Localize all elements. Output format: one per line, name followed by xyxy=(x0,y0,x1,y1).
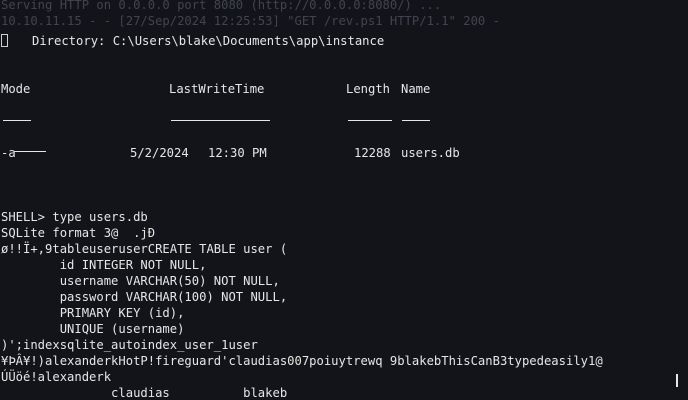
output-line: SQLite format 3@ .jÐ xyxy=(1,226,156,240)
row-mode: -a xyxy=(1,146,16,160)
output-line: ø!!Ï+,9tableuseruserCREATE TABLE user ( xyxy=(1,242,288,256)
faded-server-line: Serving HTTP on 0.0.0.0 port 8080 (http:… xyxy=(1,0,442,12)
column-header-name: Name xyxy=(401,82,431,96)
column-underline-mode xyxy=(3,120,31,121)
command-text: type users.db xyxy=(52,210,148,224)
column-underline-name xyxy=(402,120,430,121)
output-line: UNIQUE (username) xyxy=(1,322,185,336)
column-header-mode: Mode xyxy=(1,82,31,96)
text-cursor-icon xyxy=(676,374,678,387)
output-line: claudias blakeb xyxy=(1,386,288,400)
directory-line: Directory: C:\Users\blake\Documents\app\… xyxy=(1,33,384,49)
shell-prompt: SHELL> xyxy=(1,210,46,224)
row-time: 12:30 PM xyxy=(208,146,267,160)
faded-request-log-line: 10.10.11.15 - - [27/Sep/2024 12:25:53] "… xyxy=(1,14,500,28)
output-line: ÚÜöé!alexanderk xyxy=(1,370,112,384)
directory-path: Directory: C:\Users\blake\Documents\app\… xyxy=(32,34,385,48)
output-line: ¥ÞÂ¥!)alexanderkHotP!fireguard'claudias0… xyxy=(1,354,603,368)
cursor-block-icon xyxy=(1,34,8,47)
row-name: users.db xyxy=(401,146,460,160)
column-underline-lastwritetime xyxy=(171,120,270,121)
output-line: username VARCHAR(50) NOT NULL, xyxy=(1,274,280,288)
output-line: )';indexsqlite_autoindex_user_1user xyxy=(1,338,258,352)
row-date: 5/2/2024 xyxy=(130,146,189,160)
output-line: PRIMARY KEY (id), xyxy=(1,306,185,320)
column-underline-length xyxy=(348,120,392,121)
column-header-length: Length xyxy=(346,82,391,96)
column-header-lastwritetime: LastWriteTime xyxy=(169,82,265,96)
row-length: 12288 xyxy=(354,146,391,160)
row-mode-dashes xyxy=(14,151,46,152)
command-line: SHELL> type users.db xyxy=(1,209,148,225)
output-line: id INTEGER NOT NULL, xyxy=(1,258,207,272)
output-line: password VARCHAR(100) NOT NULL, xyxy=(1,290,288,304)
terminal-window[interactable]: Serving HTTP on 0.0.0.0 port 8080 (http:… xyxy=(0,0,688,400)
